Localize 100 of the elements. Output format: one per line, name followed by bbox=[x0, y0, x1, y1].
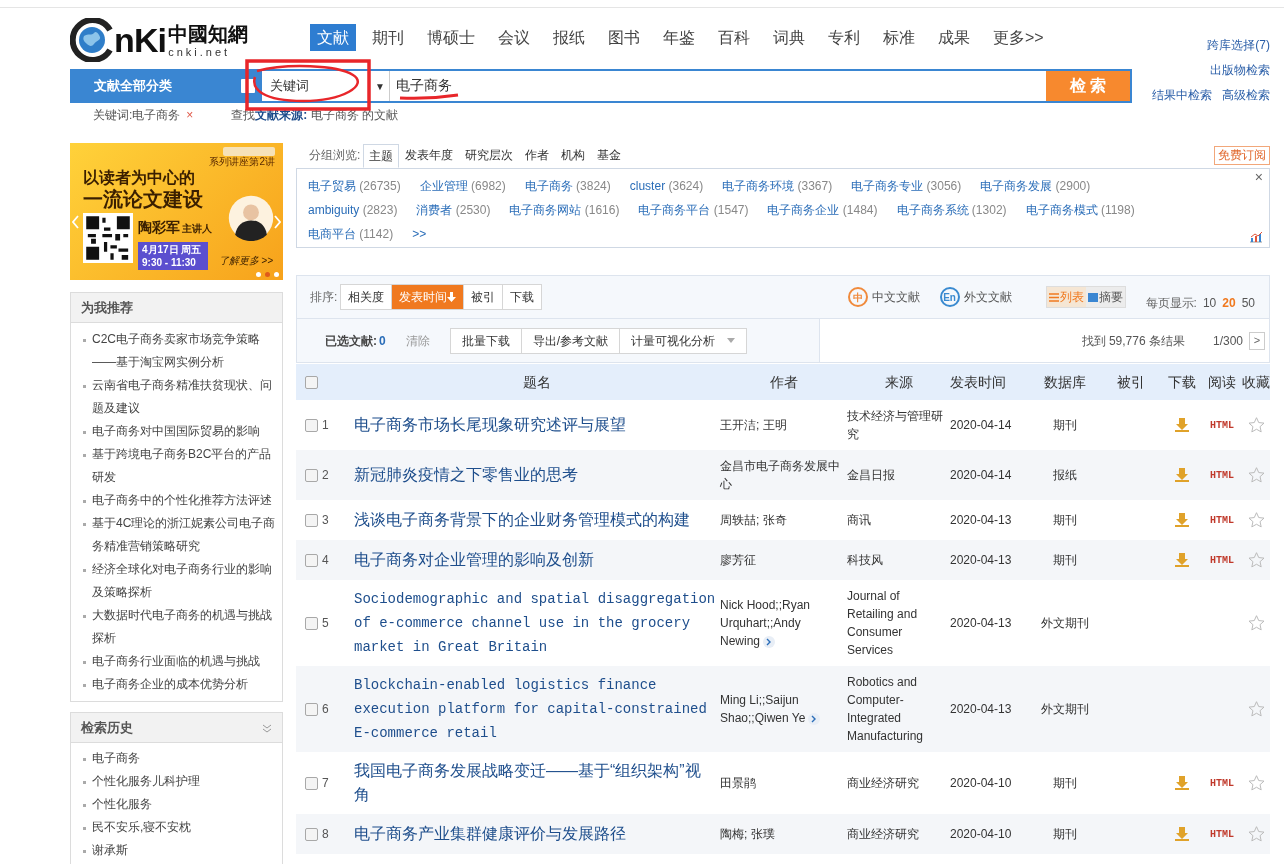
star-icon[interactable] bbox=[1247, 417, 1265, 433]
topic-link[interactable]: 消费者 (2530) bbox=[416, 198, 491, 222]
download-icon[interactable] bbox=[1175, 776, 1189, 790]
topic-link[interactable]: cluster (3624) bbox=[629, 174, 704, 198]
author-list[interactable]: Nick Hood;;Ryan Urquhart;;Andy Newing bbox=[720, 596, 843, 650]
recommend-link[interactable]: 电子商务企业的成本优势分析 bbox=[92, 673, 248, 696]
view-toggle[interactable]: 摘要 bbox=[1085, 287, 1125, 307]
close-icon[interactable]: × bbox=[1254, 169, 1263, 185]
search-link[interactable]: 高级检索 bbox=[1222, 87, 1270, 103]
star-icon[interactable] bbox=[1247, 512, 1265, 528]
topic-link[interactable]: ambiguity (2823) bbox=[308, 198, 398, 222]
source-link[interactable]: Journal of Retailing and Consumer Services bbox=[847, 587, 950, 659]
search-link[interactable]: 跨库选择(7) bbox=[1207, 37, 1270, 53]
more-link[interactable]: 了解更多 >> bbox=[218, 253, 273, 268]
source-link[interactable]: Robotics and Computer-Integrated Manufacturing bbox=[847, 673, 950, 745]
field-select[interactable]: 关键词 ▼ bbox=[262, 71, 390, 101]
recommend-link[interactable]: 基于跨境电子商务B2C平台的产品研发 bbox=[92, 443, 276, 489]
source-link[interactable]: 科技风 bbox=[847, 551, 950, 569]
topic-link[interactable]: 电子商务专业 (3056) bbox=[851, 174, 962, 198]
checkbox[interactable] bbox=[305, 702, 318, 716]
nav-tab[interactable]: 报纸 bbox=[546, 24, 592, 51]
recommend-link[interactable]: 电子商务行业面临的机遇与挑战 bbox=[92, 650, 260, 673]
source-link[interactable]: 技术经济与管理研究 bbox=[847, 407, 950, 443]
topic-link[interactable]: 电子商务 (3824) bbox=[524, 174, 611, 198]
recommend-link[interactable]: C2C电子商务卖家市场竞争策略——基于淘宝网实例分析 bbox=[92, 328, 276, 374]
title-link[interactable]: Blockchain-enabled logistics finance execution platform for capital-constrained E-commerce retail bbox=[354, 673, 720, 745]
html-link[interactable]: HTML bbox=[1210, 826, 1234, 842]
download-icon[interactable] bbox=[1175, 468, 1189, 482]
sort-option[interactable]: 下载 bbox=[502, 285, 542, 309]
chart-icon[interactable] bbox=[1249, 231, 1263, 243]
author-list[interactable]: 金昌市电子商务发展中心 bbox=[720, 457, 843, 493]
recommend-link[interactable]: 大数据时代电子商务的机遇与挑战探析 bbox=[92, 604, 276, 650]
author-list[interactable]: 周轶喆; 张奇 bbox=[720, 511, 843, 529]
group-tab[interactable]: 发表年度 bbox=[399, 143, 460, 167]
sort-option[interactable]: 被引 bbox=[463, 285, 503, 309]
checkbox[interactable] bbox=[305, 616, 318, 630]
topic-link[interactable]: 电子商务网站 (1616) bbox=[509, 198, 620, 222]
download-icon[interactable] bbox=[1175, 553, 1189, 567]
source-link[interactable]: 商业经济研究 bbox=[847, 774, 950, 792]
collapse-chevron-icon[interactable] bbox=[262, 722, 272, 733]
source-link[interactable]: 商讯 bbox=[847, 511, 950, 529]
history-link[interactable]: 电子商务 bbox=[92, 747, 140, 770]
nav-tab[interactable]: 文献 bbox=[310, 24, 356, 51]
checkbox[interactable] bbox=[305, 827, 318, 841]
topic-link[interactable]: 电子商务系统 (1302) bbox=[896, 198, 1007, 222]
title-link[interactable]: Sociodemographic and spatial disaggregation of e-commerce channel use in the grocery market in Great Britain bbox=[354, 587, 720, 659]
recommend-link[interactable]: 基于4C理论的浙江妮素公司电子商务精准营销策略研究 bbox=[92, 512, 276, 558]
group-tab[interactable]: 基金 bbox=[591, 143, 628, 167]
nav-tab[interactable]: 百科 bbox=[711, 24, 757, 51]
nav-tab[interactable]: 年鉴 bbox=[656, 24, 702, 51]
search-link[interactable]: 结果中检索 bbox=[1152, 87, 1212, 103]
html-link[interactable]: HTML bbox=[1210, 417, 1234, 433]
more-topics-link[interactable]: >> bbox=[412, 222, 427, 246]
star-icon[interactable] bbox=[1247, 775, 1265, 791]
checkbox[interactable] bbox=[305, 553, 318, 567]
language-filter[interactable]: 中文文献 bbox=[871, 288, 920, 306]
checkbox[interactable] bbox=[305, 468, 318, 482]
author-list[interactable]: 田景鹃 bbox=[720, 774, 843, 792]
action-button[interactable]: 导出/参考文献 bbox=[520, 328, 620, 353]
next-page-button[interactable]: > bbox=[1249, 331, 1265, 350]
star-icon[interactable] bbox=[1247, 615, 1265, 631]
nav-tab[interactable]: 成果 bbox=[931, 24, 977, 51]
topic-link[interactable]: 电子商务发展 (2900) bbox=[980, 174, 1091, 198]
remove-filter-button[interactable]: × bbox=[186, 106, 194, 124]
checkbox[interactable] bbox=[305, 418, 318, 432]
html-link[interactable]: HTML bbox=[1210, 467, 1234, 483]
download-icon[interactable] bbox=[1175, 513, 1189, 527]
recommend-link[interactable]: 电子商务中的个性化推荐方法评述 bbox=[92, 489, 272, 512]
sort-option[interactable]: 相关度 bbox=[341, 285, 392, 309]
recommend-link[interactable]: 电子商务对中国国际贸易的影响 bbox=[92, 420, 260, 443]
group-tab[interactable]: 研究层次 bbox=[459, 143, 520, 167]
source-hint[interactable]: 查找文献来源: 电子商务 的文献 bbox=[231, 106, 399, 124]
title-link[interactable]: 我国电子商务发展战略变迁——基于“组织架构”视角 bbox=[354, 759, 720, 807]
history-link[interactable]: 个性化服务 bbox=[92, 793, 152, 816]
html-link[interactable]: HTML bbox=[1210, 775, 1234, 791]
page-size-option[interactable]: 50 bbox=[1241, 294, 1255, 312]
star-icon[interactable] bbox=[1247, 552, 1265, 568]
download-icon[interactable] bbox=[1175, 827, 1189, 841]
action-button[interactable]: 计量可视化分析 bbox=[619, 328, 747, 353]
title-link[interactable]: 电子商务市场长尾现象研究述评与展望 bbox=[354, 413, 720, 437]
nav-tab[interactable]: 会议 bbox=[491, 24, 537, 51]
title-link[interactable]: 新冠肺炎疫情之下零售业的思考 bbox=[354, 463, 720, 487]
action-button[interactable]: 批量下载 bbox=[450, 328, 521, 353]
star-icon[interactable] bbox=[1247, 701, 1265, 717]
page-size-option[interactable]: 10 bbox=[1202, 294, 1217, 312]
topic-link[interactable]: 电子商务模式 (1198) bbox=[1025, 198, 1135, 222]
download-icon[interactable] bbox=[1175, 418, 1189, 432]
topic-link[interactable]: 企业管理 (6982) bbox=[419, 174, 506, 198]
subscribe-button[interactable]: 免费订阅 bbox=[1214, 145, 1270, 165]
source-link[interactable]: 金昌日报 bbox=[847, 466, 950, 484]
author-list[interactable]: Ming Li;;Saijun Shao;;Qiwen Ye bbox=[720, 691, 843, 727]
group-tab[interactable]: 机构 bbox=[555, 143, 592, 167]
nav-tab[interactable]: 标准 bbox=[876, 24, 922, 51]
checkbox[interactable] bbox=[305, 776, 318, 790]
nav-tab[interactable]: 更多>> bbox=[986, 24, 1051, 51]
topic-link[interactable]: 电商平台 (1142) bbox=[308, 222, 394, 246]
more-authors-icon[interactable] bbox=[763, 635, 776, 648]
advert-banner[interactable]: 系列讲座第2讲 以读者为中心的 一流论文建设 陶彩军主讲人 4月17日 周五 9:30 - 11:30 了解更多 >> bbox=[70, 143, 283, 280]
search-box[interactable]: 关键词 ▼ 电子商务 检 索 bbox=[260, 69, 1132, 103]
star-icon[interactable] bbox=[1247, 826, 1265, 842]
